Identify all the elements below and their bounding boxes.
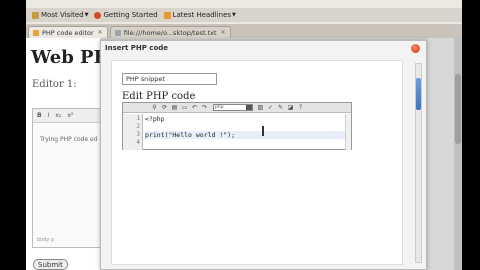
superscript-button[interactable]: x² [67,112,73,119]
bookmark-label: Most Visited [41,11,84,19]
line-number: 2 [136,123,140,130]
replace-icon[interactable]: ⟳ [161,104,168,111]
reset-highlight-icon[interactable]: ✓ [267,104,274,111]
close-icon[interactable]: ✕ [98,29,103,36]
insert-php-dialog: Insert PHP code PHP snippet Edit PHP cod… [100,40,427,270]
tab-test-txt[interactable]: file:///home/o...sktop/test.txt ✕ [109,26,231,38]
code-line-active: print("Hello world !"); [145,131,349,139]
screen-frame-left [0,0,26,270]
element-path: body p [37,237,55,243]
goto-line-icon[interactable]: ▤ [171,104,178,111]
bookmark-latest-headlines[interactable]: Latest Headlines ▼ [163,11,236,19]
chevron-down-icon: ▼ [84,12,89,18]
line-number-gutter: 1 2 3 4 [123,114,143,150]
editor-content: Trying PHP code ed [40,136,98,143]
fullscreen-icon[interactable]: ▭ [181,104,188,111]
bookmark-label: Getting Started [103,11,158,19]
bookmark-getting-started[interactable]: Getting Started [94,11,158,19]
bookmark-label: Latest Headlines [172,11,232,19]
dialog-title: Insert PHP code [105,44,169,52]
browser-window: Most Visited ▼ Getting Started Latest He… [26,0,462,270]
submit-button[interactable]: Submit [33,259,68,270]
rich-text-editor[interactable]: B I x₂ x² Trying PHP code ed body p [32,108,102,248]
screen-frame-right [462,0,480,270]
line-number: 3 [136,131,140,138]
bookmark-most-visited[interactable]: Most Visited ▼ [32,11,88,19]
snippet-name-field[interactable]: PHP snippet [122,73,217,85]
dialog-body: PHP snippet Edit PHP code ⚲ ⟳ ▤ ▭ ↶ ↷ ph… [111,60,403,265]
code-scrollbar[interactable] [345,114,351,150]
editor-toolbar: B I x₂ x² [33,109,101,123]
bookmarks-toolbar: Most Visited ▼ Getting Started Latest He… [26,8,462,22]
settings-icon[interactable]: ◪ [287,104,294,111]
edit-icon[interactable]: ✎ [277,104,284,111]
tab-php-code-editor[interactable]: PHP code editor ✕ [28,26,108,38]
search-icon[interactable]: ⚲ [151,104,158,111]
bold-button[interactable]: B [37,112,42,119]
rss-feed-icon [163,11,171,19]
subscript-button[interactable]: x₂ [55,112,61,119]
close-icon[interactable] [411,44,420,53]
highlight-icon[interactable]: ▨ [257,104,264,111]
undo-icon[interactable]: ↶ [191,104,198,111]
italic-button[interactable]: I [48,112,50,119]
redo-icon[interactable]: ↷ [201,104,208,111]
file-icon [114,29,121,36]
close-icon[interactable]: ✕ [221,29,226,36]
code-editor-toolbar: ⚲ ⟳ ▤ ▭ ↶ ↷ php ▨ ✓ ✎ ◪ ? [123,103,351,113]
code-line: <?php [145,115,165,123]
syntax-select[interactable]: php [213,104,253,111]
line-number: 1 [136,115,140,122]
tab-strip: PHP code editor ✕ file:///home/o...sktop… [26,24,462,38]
dialog-scrollbar[interactable] [415,63,422,263]
text-cursor-icon [262,126,264,136]
edit-php-heading: Edit PHP code [122,91,196,102]
page-favicon-icon [33,29,39,36]
firefox-icon [94,11,102,19]
chevron-down-icon: ▼ [232,12,236,18]
code-textarea[interactable]: <?php print("Hello world !"); [145,114,351,150]
tab-label: PHP code editor [42,28,94,37]
tab-label: file:///home/o...sktop/test.txt [123,28,217,37]
help-icon[interactable]: ? [297,104,304,111]
php-code-editor[interactable]: ⚲ ⟳ ▤ ▭ ↶ ↷ php ▨ ✓ ✎ ◪ ? 1 2 3 4 <?php … [122,102,352,150]
line-number: 4 [136,139,140,146]
editor-label: Editor 1: [32,79,77,90]
scrollbar-thumb[interactable] [416,78,421,110]
folder-icon [32,11,39,19]
